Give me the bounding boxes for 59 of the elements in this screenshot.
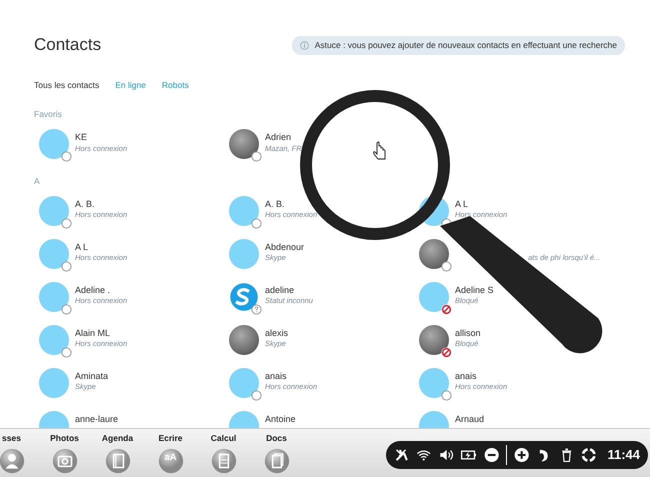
dock-app[interactable]: Ecrire aA — [144, 429, 197, 475]
contact-name: anne-laure — [75, 414, 118, 424]
contact-name: A L — [75, 242, 90, 252]
dock-app[interactable]: sses — [0, 429, 38, 475]
contact-name: anais — [265, 370, 288, 382]
filter-tab[interactable]: Tous les contacts — [34, 79, 100, 92]
minus-icon[interactable] — [484, 447, 499, 463]
dock-app[interactable]: Photos — [38, 429, 91, 475]
contact-name: A. B. — [265, 198, 286, 210]
offline-status-icon — [61, 346, 72, 358]
offline-status-icon — [441, 260, 452, 272]
clock-time: 11:44 — [607, 446, 640, 464]
info-icon — [300, 40, 309, 50]
offline-status-icon — [61, 150, 72, 162]
offline-status-icon — [441, 390, 452, 401]
contact-name: Antoine — [265, 414, 296, 424]
contact-name: adeline — [265, 284, 296, 296]
dock-app[interactable]: Calcul — [197, 429, 250, 475]
contact-name: Arnaud — [455, 414, 484, 424]
contact-name: alexis — [265, 328, 288, 338]
round-icon — [158, 448, 184, 474]
dock-app[interactable]: Docs — [250, 429, 303, 475]
offline-status-icon — [251, 218, 262, 229]
blocked-status-icon — [441, 346, 452, 358]
person-icon — [0, 448, 24, 474]
speech-logo-icon — [229, 282, 259, 312]
contact-name: Abdenour — [265, 242, 304, 252]
unknown-status-icon — [251, 304, 262, 315]
offline-status-icon — [251, 150, 262, 162]
blocked-status-icon — [441, 304, 452, 315]
speaker-icon[interactable] — [438, 447, 454, 463]
contact-name: A. B. — [75, 198, 96, 210]
offline-status-icon — [61, 218, 72, 229]
contact-name: Adeline . — [75, 284, 112, 296]
offline-status-icon — [61, 304, 72, 315]
offline-status-icon — [251, 390, 262, 401]
icon-text: aA — [163, 452, 178, 462]
camera-icon — [52, 448, 78, 474]
contact-name: Alain ML — [75, 328, 112, 338]
hand-cursor-icon — [373, 142, 386, 160]
contact-name: anais — [455, 370, 478, 382]
tools-icon[interactable] — [394, 447, 410, 463]
contact-name: KE — [75, 132, 88, 143]
document-icon — [264, 448, 290, 474]
contact-name: Adeline S — [455, 284, 494, 296]
contact-name: Aminata — [75, 370, 108, 382]
contact-name: Adrien — [265, 132, 292, 143]
contact-name: A L — [455, 198, 470, 210]
section-heading: Favoris — [34, 108, 63, 121]
book-icon — [104, 448, 130, 474]
page-title: Contacts — [34, 35, 102, 56]
plus-icon[interactable] — [514, 447, 530, 463]
calculator-icon — [210, 448, 236, 474]
contact-name: allison — [455, 328, 481, 338]
dock-app[interactable]: Agenda — [91, 429, 144, 475]
offline-status-icon — [61, 260, 72, 272]
section-heading: A — [34, 174, 41, 188]
lifebuoy-icon[interactable] — [581, 447, 596, 463]
tip-text: Astuce : vous pouvez ajouter de nouveaux contacts en effectuant une recherche — [314, 38, 617, 52]
